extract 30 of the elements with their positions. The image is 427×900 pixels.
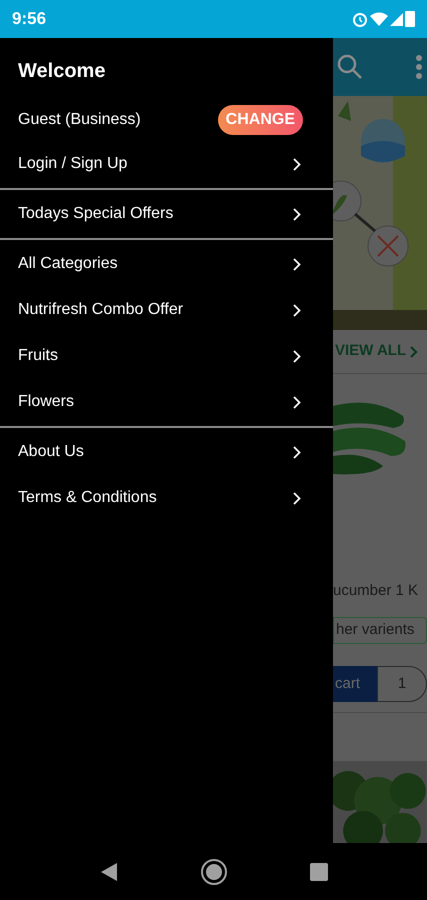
drawer-menu-item[interactable]: All Categories bbox=[0, 241, 333, 287]
chevron-icon bbox=[293, 350, 301, 362]
drawer-menu-item[interactable]: Terms & Conditions bbox=[0, 475, 333, 521]
drawer-title: Welcome bbox=[17, 59, 106, 84]
chevron-icon bbox=[293, 158, 301, 170]
more-options-icon[interactable] bbox=[415, 54, 423, 80]
drawer-menu-item[interactable]: Todays Special Offers bbox=[0, 191, 333, 237]
home-icon[interactable] bbox=[200, 858, 228, 886]
chevron-icon bbox=[293, 396, 301, 408]
chevron-icon bbox=[293, 258, 301, 270]
status-time: 9:56 bbox=[12, 8, 46, 30]
chevron-icon bbox=[293, 492, 301, 504]
drawer-menu-item[interactable]: Nutrifresh Combo Offer bbox=[0, 287, 333, 333]
chevron-icon bbox=[293, 304, 301, 316]
drawer-menu-item[interactable]: About Us bbox=[0, 429, 333, 475]
back-icon[interactable] bbox=[100, 862, 118, 882]
account-label: Guest (Business) bbox=[18, 110, 141, 130]
drawer-menu-item[interactable]: Login / Sign Up bbox=[0, 141, 333, 187]
search-icon[interactable] bbox=[337, 54, 363, 80]
chevron-icon bbox=[293, 208, 301, 220]
drawer-menu-item[interactable]: Flowers bbox=[0, 379, 333, 425]
battery-icon bbox=[405, 11, 415, 27]
chevron-icon bbox=[410, 346, 418, 358]
product-name: ucumber 1 K bbox=[333, 581, 420, 601]
wifi-icon bbox=[370, 11, 388, 27]
signal-icon bbox=[390, 12, 403, 26]
drawer-menu-item[interactable]: Fruits bbox=[0, 333, 333, 379]
recents-icon[interactable] bbox=[310, 862, 328, 880]
alarm-icon bbox=[352, 11, 368, 27]
chevron-icon bbox=[293, 446, 301, 458]
